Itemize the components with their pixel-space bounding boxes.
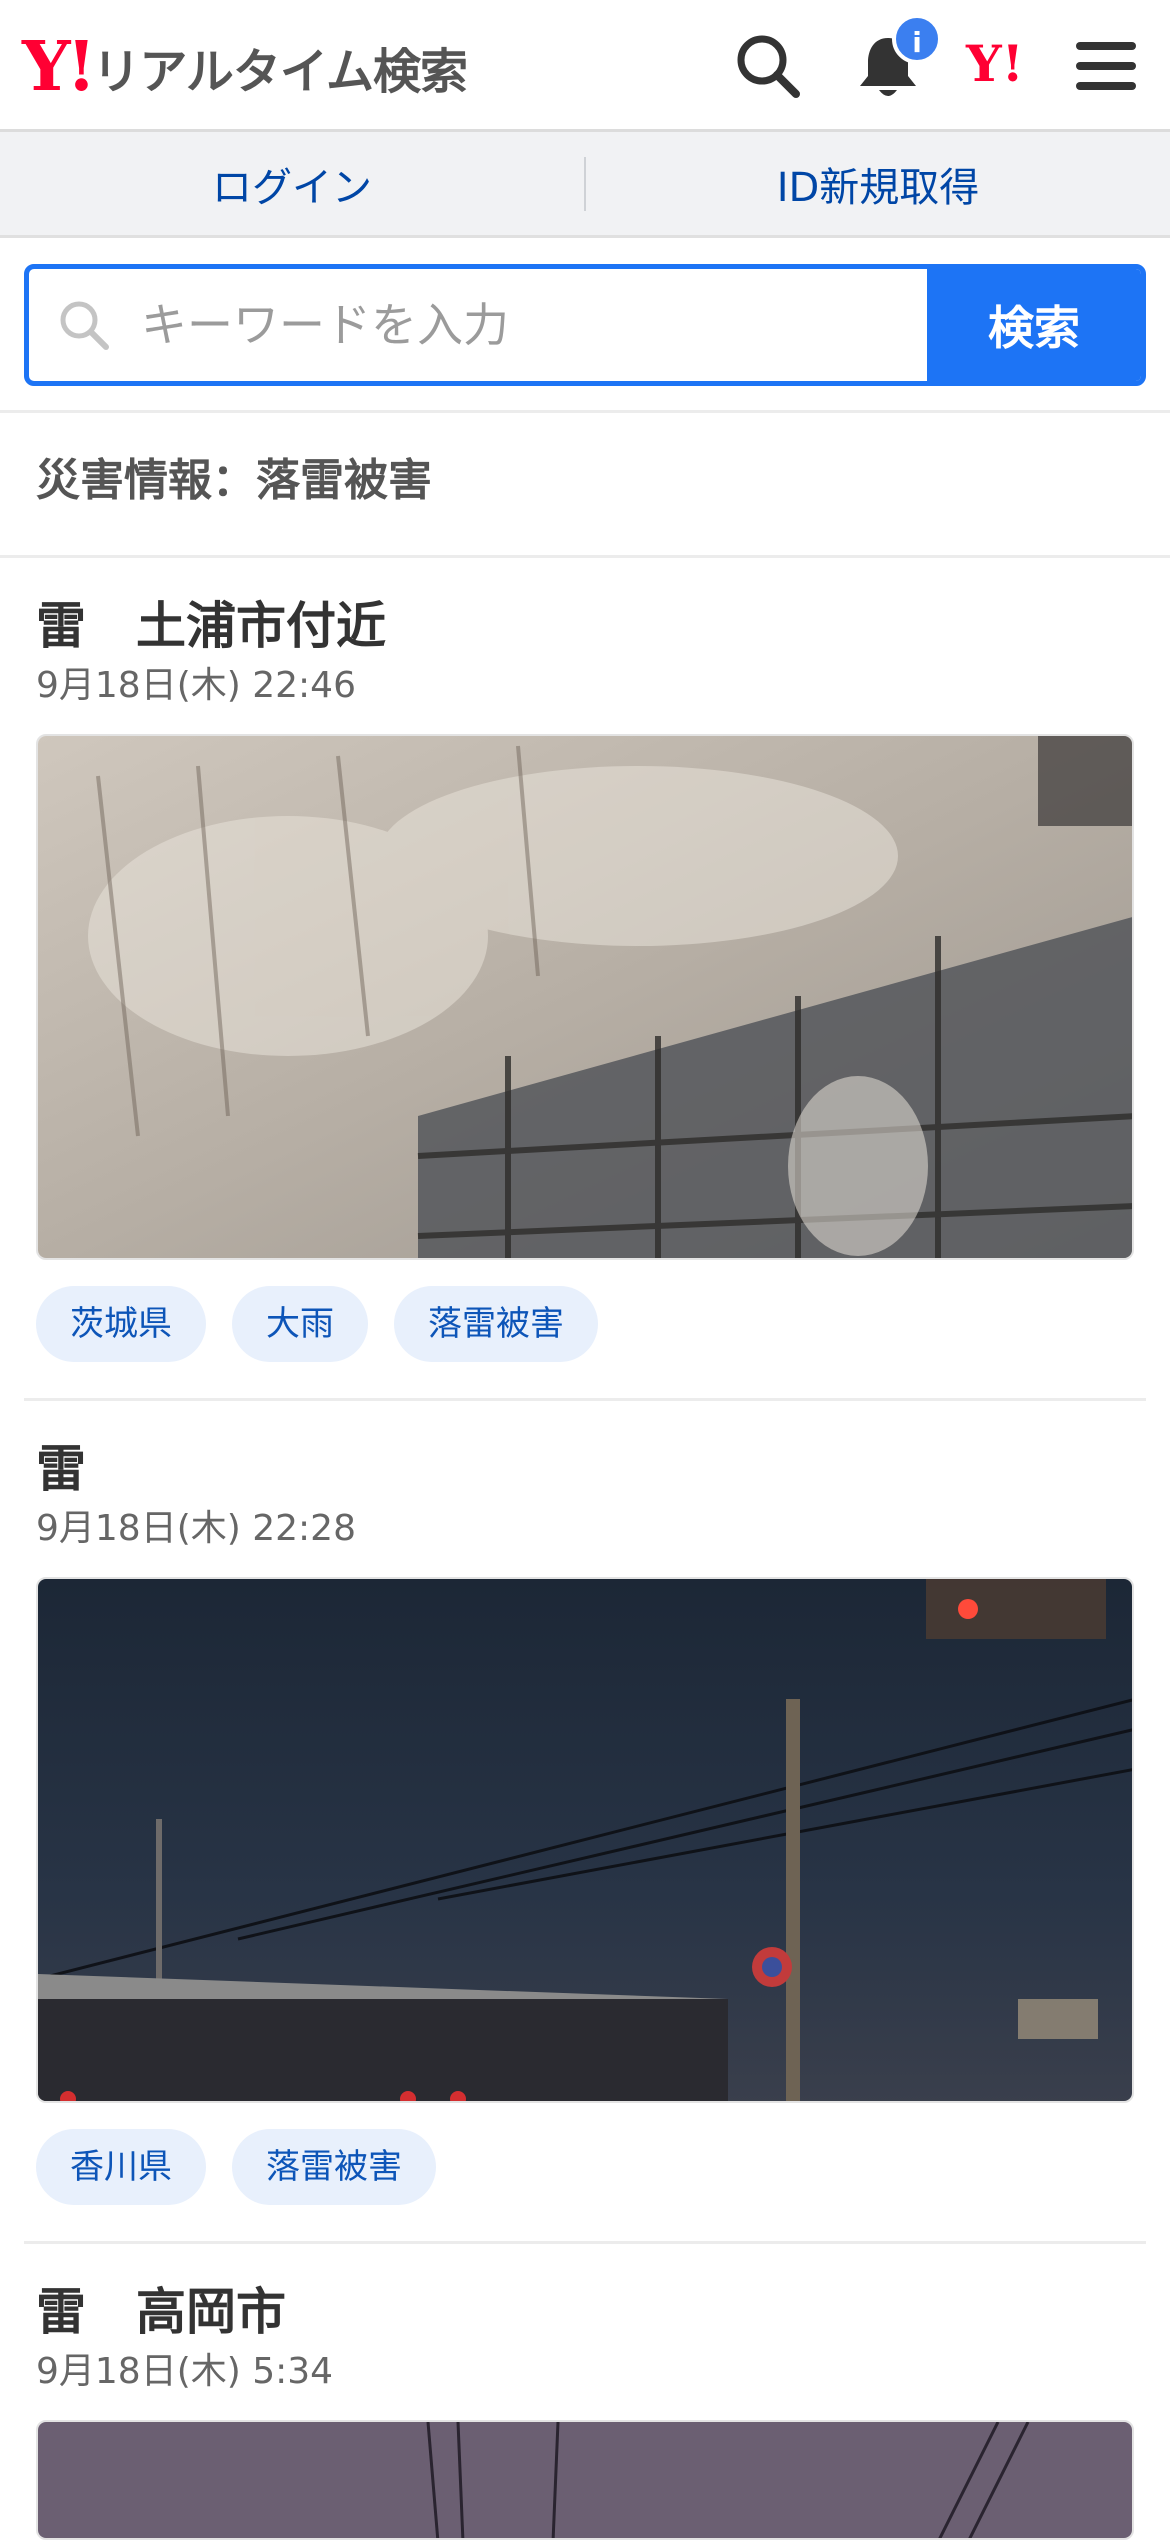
item-divider	[24, 2241, 1146, 2244]
feed-item[interactable]: 雷 高岡市 9月18日(木) 5:34	[0, 2272, 1170, 2540]
tag-chip[interactable]: 香川県	[36, 2129, 206, 2205]
hamburger-menu-icon[interactable]	[1070, 30, 1142, 102]
logo-text: リアルタイム検索	[92, 44, 468, 100]
search-icon[interactable]	[732, 30, 804, 102]
item-title[interactable]: 雷	[36, 1429, 86, 1501]
search-field-icon	[29, 269, 139, 381]
feed-item[interactable]: 雷 土浦市付近 9月18日(木) 22:46 茨城県 大雨 落雷被害	[0, 586, 1170, 1386]
tag-list: 茨城県 大雨 落雷被害	[36, 1286, 598, 1362]
tag-chip[interactable]: 落雷被害	[394, 1286, 598, 1362]
login-link[interactable]: ログイン	[0, 155, 584, 213]
item-photo[interactable]	[36, 734, 1134, 1260]
app-header: Y! リアルタイム検索 i Y!	[0, 0, 1170, 132]
yahoo-logo[interactable]: Y!	[966, 34, 1024, 94]
item-divider	[24, 1398, 1146, 1401]
tag-chip[interactable]: 落雷被害	[232, 2129, 436, 2205]
search-button[interactable]: 検索	[927, 269, 1141, 381]
login-bar: ログイン ID新規取得	[0, 132, 1170, 238]
item-timestamp: 9月18日(木) 22:46	[36, 665, 356, 706]
feed-item[interactable]: 雷 9月18日(木) 22:28 香川県 落雷被害	[0, 1429, 1170, 2229]
tag-chip[interactable]: 大雨	[232, 1286, 368, 1362]
yahoo-realtime-logo[interactable]: Y! リアルタイム検索	[22, 27, 468, 107]
notification-badge[interactable]: i	[892, 14, 942, 64]
item-title[interactable]: 雷 高岡市	[36, 2272, 286, 2344]
item-photo[interactable]	[36, 1577, 1134, 2103]
section-title: 災害情報：落雷被害	[36, 455, 432, 506]
divider	[0, 410, 1170, 413]
tag-chip[interactable]: 茨城県	[36, 1286, 206, 1362]
item-timestamp: 9月18日(木) 5:34	[36, 2351, 334, 2392]
item-timestamp: 9月18日(木) 22:28	[36, 1508, 356, 1549]
divider	[0, 555, 1170, 558]
logo-mark: Y!	[22, 27, 96, 107]
search-input[interactable]	[139, 269, 927, 381]
item-photo[interactable]	[36, 2420, 1134, 2540]
item-title[interactable]: 雷 土浦市付近	[36, 586, 386, 658]
tag-list: 香川県 落雷被害	[36, 2129, 436, 2205]
signup-link[interactable]: ID新規取得	[586, 155, 1170, 213]
search-form: 検索	[24, 264, 1146, 386]
